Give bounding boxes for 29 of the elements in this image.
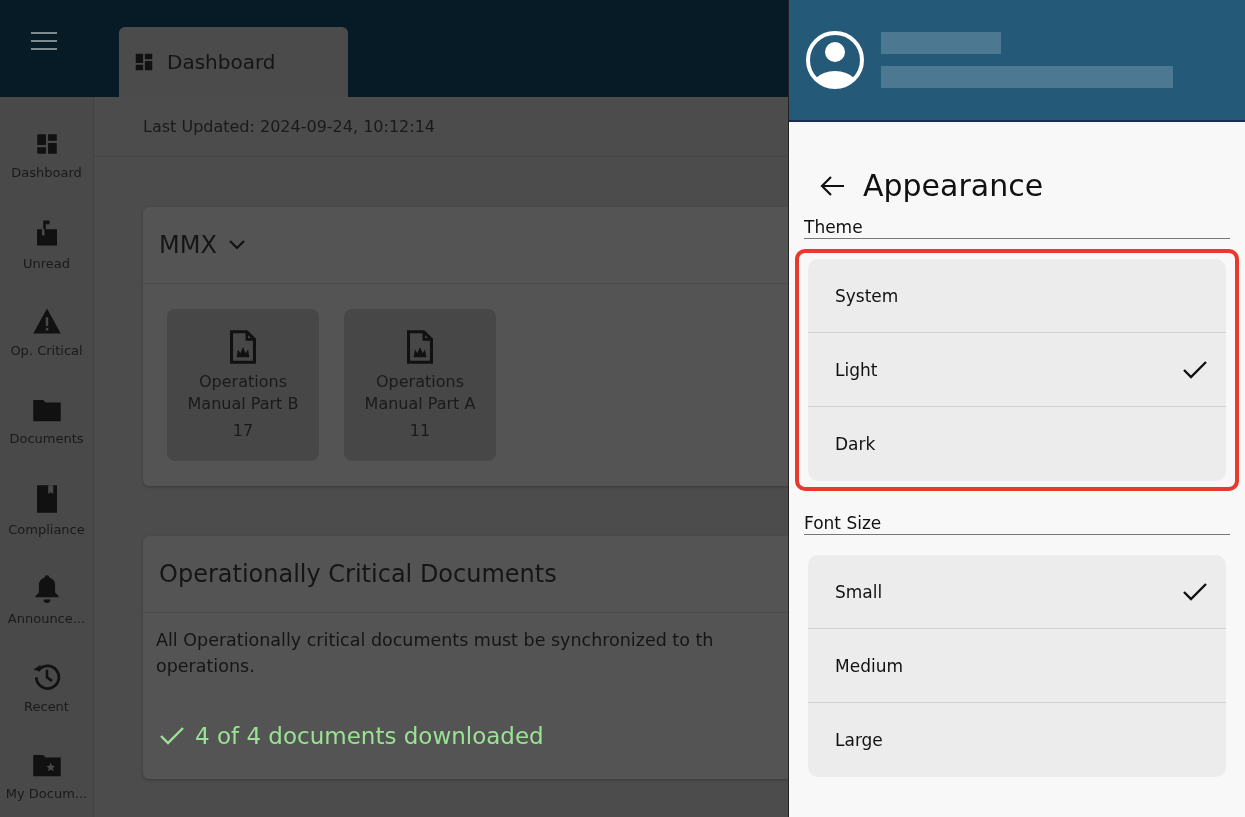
check-icon: [1182, 581, 1208, 602]
starred-folder-icon: [31, 752, 62, 779]
option-item[interactable]: Light: [808, 333, 1226, 407]
option-item[interactable]: Medium: [808, 629, 1226, 703]
book-icon: [34, 483, 59, 514]
document-icon: [406, 329, 434, 365]
description-text: All Operationally critical documents must be synchronized to th operations.: [155, 629, 715, 678]
check-icon: [1182, 359, 1208, 380]
group-title: MMX: [159, 231, 217, 259]
bell-icon: [33, 572, 60, 603]
back-arrow-icon: [819, 174, 845, 197]
option-item[interactable]: Small: [808, 555, 1226, 629]
back-button[interactable]: [819, 174, 845, 197]
document-icon: [229, 329, 257, 365]
dashboard-icon: [133, 51, 155, 73]
chevron-down-icon[interactable]: [228, 240, 245, 250]
avatar-icon: [805, 30, 865, 90]
warning-icon: [31, 307, 62, 336]
panel-title: Appearance: [863, 168, 1044, 203]
download-status: 4 of 4 documents downloaded: [195, 723, 544, 749]
folder-icon: [31, 397, 62, 424]
menu-icon: [31, 32, 57, 50]
option-item[interactable]: Large: [808, 703, 1226, 777]
card-title: Operationally Critical Documents: [159, 560, 557, 588]
option-item[interactable]: System: [808, 259, 1226, 333]
section-label: Theme: [804, 217, 1230, 239]
check-icon: [159, 726, 185, 746]
option-item[interactable]: Dark: [808, 407, 1226, 481]
section-label: Font Size: [804, 513, 1230, 535]
